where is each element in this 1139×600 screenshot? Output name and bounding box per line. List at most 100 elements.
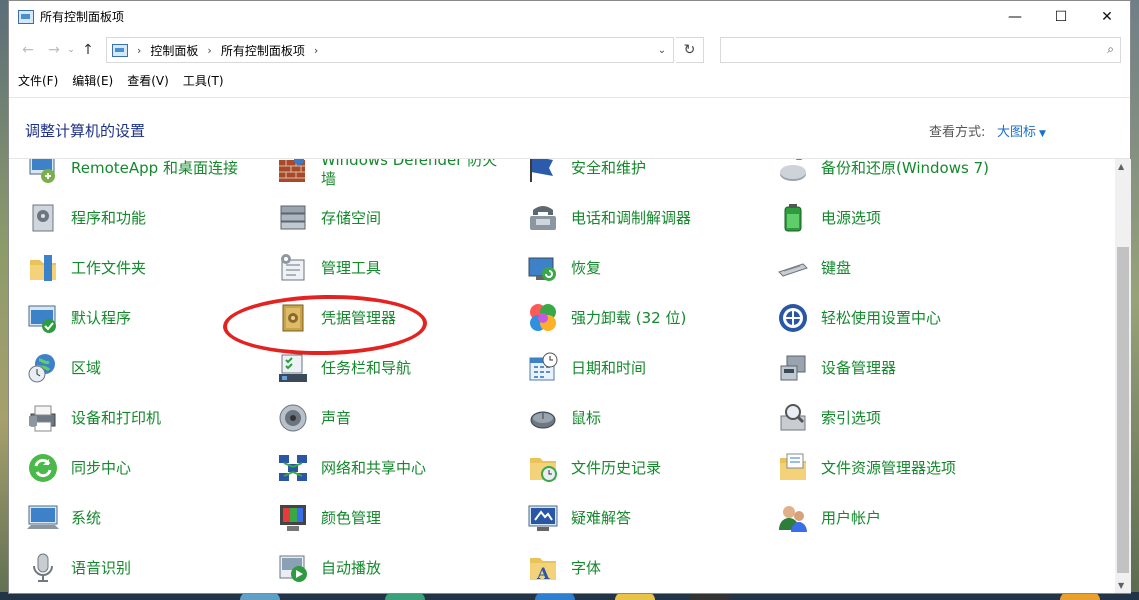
- control-panel-item-label: 轻松使用设置中心: [821, 308, 942, 327]
- autoplay-icon: [277, 552, 309, 584]
- recent-locations-icon[interactable]: ⌄: [65, 45, 77, 55]
- refresh-icon[interactable]: ↻: [676, 37, 704, 63]
- storage-icon: [277, 202, 309, 234]
- view-by-value: 大图标: [997, 125, 1037, 140]
- power-icon: [777, 202, 809, 234]
- control-panel-item[interactable]: 设备和打印机: [9, 393, 259, 443]
- control-panel-item[interactable]: 网络和共享中心: [259, 443, 509, 493]
- breadcrumb-separator: ›: [207, 43, 212, 57]
- control-panel-item[interactable]: 安全和维护: [509, 159, 759, 193]
- control-panel-item[interactable]: A 字体: [509, 543, 759, 593]
- view-by-label: 查看方式:: [929, 125, 986, 140]
- control-panel-item[interactable]: 默认程序: [9, 293, 259, 343]
- control-panel-item[interactable]: 语音识别: [9, 543, 259, 593]
- control-panel-item[interactable]: 区域: [9, 343, 259, 393]
- device-manager-icon: [777, 352, 809, 384]
- control-panel-item[interactable]: 程序和功能: [9, 193, 259, 243]
- explorer-options-icon: [777, 452, 809, 484]
- control-panel-item[interactable]: 文件资源管理器选项: [759, 443, 1009, 493]
- control-panel-item[interactable]: 系统: [9, 493, 259, 543]
- control-panel-item[interactable]: 键盘: [759, 243, 1009, 293]
- control-panel-item-label: 自动播放: [321, 558, 382, 577]
- breadcrumb-all-items[interactable]: 所有控制面板项: [221, 42, 305, 59]
- title-bar[interactable]: 所有控制面板项 — ☐ ✕: [9, 1, 1130, 32]
- control-panel-item[interactable]: 索引选项: [759, 393, 1009, 443]
- close-button[interactable]: ✕: [1084, 1, 1130, 32]
- control-panel-item[interactable]: 恢复: [509, 243, 759, 293]
- control-panel-window: 所有控制面板项 — ☐ ✕ ← → ⌄ ↑ › 控制面板 › 所有控制面板项 ›…: [8, 0, 1131, 594]
- control-panel-item[interactable]: RemoteApp 和桌面连接: [9, 159, 259, 193]
- control-panel-item[interactable]: 备份和还原(Windows 7): [759, 159, 1009, 193]
- control-panel-item[interactable]: 鼠标: [509, 393, 759, 443]
- control-panel-item[interactable]: 电话和调制解调器: [509, 193, 759, 243]
- menu-view[interactable]: 查看(V): [127, 72, 169, 89]
- control-panel-item-label: 系统: [71, 508, 102, 527]
- control-panel-item[interactable]: 日期和时间: [509, 343, 759, 393]
- control-panel-item-label: 同步中心: [71, 458, 132, 477]
- control-panel-item[interactable]: 管理工具: [259, 243, 509, 293]
- menu-file[interactable]: 文件(F): [18, 72, 58, 89]
- scroll-down-icon[interactable]: ▼: [1118, 581, 1124, 590]
- control-panel-item[interactable]: 电源选项: [759, 193, 1009, 243]
- control-panel-item-label: 索引选项: [821, 408, 882, 427]
- breadcrumb-separator: ›: [137, 43, 142, 57]
- back-arrow-icon[interactable]: ←: [17, 39, 39, 61]
- search-icon[interactable]: ⌕: [1107, 42, 1114, 57]
- sound-icon: [277, 402, 309, 434]
- menu-bar: 文件(F) 编辑(E) 查看(V) 工具(T): [9, 68, 1130, 93]
- control-panel-item[interactable]: 同步中心: [9, 443, 259, 493]
- scrollbar-thumb[interactable]: [1117, 247, 1129, 573]
- control-panel-item-label: 声音: [321, 408, 352, 427]
- forward-arrow-icon[interactable]: →: [43, 39, 65, 61]
- menu-tools[interactable]: 工具(T): [183, 72, 224, 89]
- control-panel-item[interactable]: 设备管理器: [759, 343, 1009, 393]
- firewall-icon: [277, 159, 309, 186]
- remoteapp-icon: [27, 159, 59, 184]
- control-panel-item-label: 任务栏和导航: [321, 358, 412, 377]
- work-folder-icon: [27, 252, 59, 284]
- control-panel-items: RemoteApp 和桌面连接 Windows Defender 防火墙 安全和维护…: [9, 159, 1115, 593]
- control-panel-item[interactable]: 自动播放: [259, 543, 509, 593]
- chevron-down-icon: ▼: [1039, 129, 1046, 139]
- user-accounts-icon: [777, 502, 809, 534]
- control-panel-item[interactable]: 用户帐户: [759, 493, 1009, 543]
- address-bar[interactable]: › 控制面板 › 所有控制面板项 › ⌄: [106, 37, 674, 63]
- control-panel-item[interactable]: 轻松使用设置中心: [759, 293, 1009, 343]
- control-panel-item[interactable]: 工作文件夹: [9, 243, 259, 293]
- region-icon: [27, 352, 59, 384]
- view-by-dropdown[interactable]: 大图标 ▼: [997, 121, 1046, 140]
- control-panel-item[interactable]: 强力卸载 (32 位): [509, 293, 759, 343]
- control-panel-item[interactable]: 疑难解答: [509, 493, 759, 543]
- navigation-bar: ← → ⌄ ↑ › 控制面板 › 所有控制面板项 › ⌄ ↻ ⌕: [9, 32, 1130, 68]
- control-panel-item[interactable]: Windows Defender 防火墙: [259, 159, 509, 195]
- control-panel-item[interactable]: 存储空间: [259, 193, 509, 243]
- desktop-edge-left: [0, 0, 8, 600]
- address-dropdown-icon[interactable]: ⌄: [651, 38, 673, 62]
- minimize-button[interactable]: —: [992, 1, 1038, 32]
- control-panel-icon: [112, 43, 128, 57]
- taskbar-icon: [277, 352, 309, 384]
- scroll-up-icon[interactable]: ▲: [1118, 162, 1124, 171]
- maximize-button[interactable]: ☐: [1038, 1, 1084, 32]
- up-arrow-icon[interactable]: ↑: [77, 39, 99, 61]
- window-title: 所有控制面板项: [40, 10, 125, 24]
- desktop-edge-right: [1131, 0, 1139, 600]
- default-programs-icon: [27, 302, 59, 334]
- control-panel-item[interactable]: 声音: [259, 393, 509, 443]
- search-input[interactable]: ⌕: [720, 37, 1121, 63]
- control-panel-item-label: 电话和调制解调器: [571, 208, 692, 227]
- network-icon: [277, 452, 309, 484]
- vertical-scrollbar[interactable]: ▲ ▼: [1115, 159, 1131, 593]
- programs-icon: [27, 202, 59, 234]
- breadcrumb-control-panel[interactable]: 控制面板: [150, 42, 198, 59]
- control-panel-item-label: 语音识别: [71, 558, 132, 577]
- file-history-icon: [527, 452, 559, 484]
- control-panel-icon: [18, 9, 34, 24]
- control-panel-item-label: 用户帐户: [821, 508, 882, 527]
- control-panel-item[interactable]: 颜色管理: [259, 493, 509, 543]
- control-panel-item-label: 默认程序: [71, 308, 132, 327]
- control-panel-item-label: 字体: [571, 558, 602, 577]
- printer-icon: [27, 402, 59, 434]
- menu-edit[interactable]: 编辑(E): [72, 72, 113, 89]
- control-panel-item[interactable]: 文件历史记录: [509, 443, 759, 493]
